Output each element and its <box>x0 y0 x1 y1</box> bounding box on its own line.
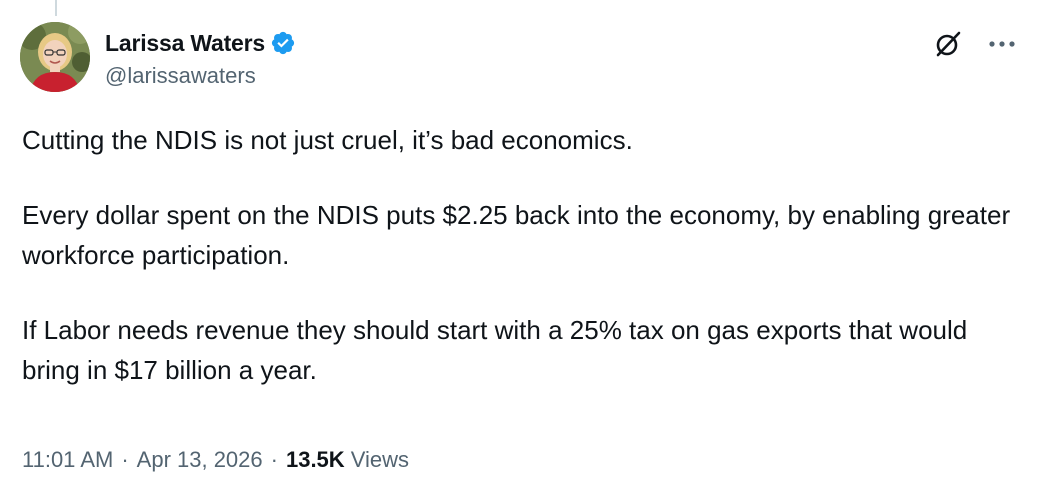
grok-icon[interactable] <box>930 28 966 60</box>
views-count[interactable]: 13.5K <box>286 447 345 473</box>
meta-separator: · <box>270 447 278 472</box>
meta-separator: · <box>121 447 129 472</box>
verified-badge-icon[interactable] <box>270 30 296 56</box>
author-handle[interactable]: @larissawaters <box>105 63 256 89</box>
tweet-paragraph: If Labor needs revenue they should start… <box>22 315 968 385</box>
tweet-top-actions <box>930 28 1020 60</box>
tweet-time[interactable]: 11:01 AM <box>22 447 113 473</box>
thread-connector-line <box>55 0 57 16</box>
avatar-image <box>20 22 90 92</box>
tweet-date[interactable]: Apr 13, 2026 <box>137 447 263 473</box>
tweet-paragraph: Every dollar spent on the NDIS puts $2.2… <box>22 200 1011 270</box>
tweet-meta: 11:01 AM · Apr 13, 2026 · 13.5K Views <box>22 447 409 473</box>
views-label[interactable]: Views <box>351 447 409 473</box>
tweet-text: Cutting the NDIS is not just cruel, it’s… <box>22 120 1012 390</box>
author-display-name[interactable]: Larissa Waters <box>105 30 265 57</box>
tweet-paragraph: Cutting the NDIS is not just cruel, it’s… <box>22 125 633 155</box>
avatar[interactable] <box>20 22 90 92</box>
tweet-card[interactable]: Larissa Waters @larissawaters Cutting th… <box>0 0 1042 497</box>
author-name-row: Larissa Waters <box>105 28 296 58</box>
more-options-icon[interactable] <box>984 28 1020 60</box>
